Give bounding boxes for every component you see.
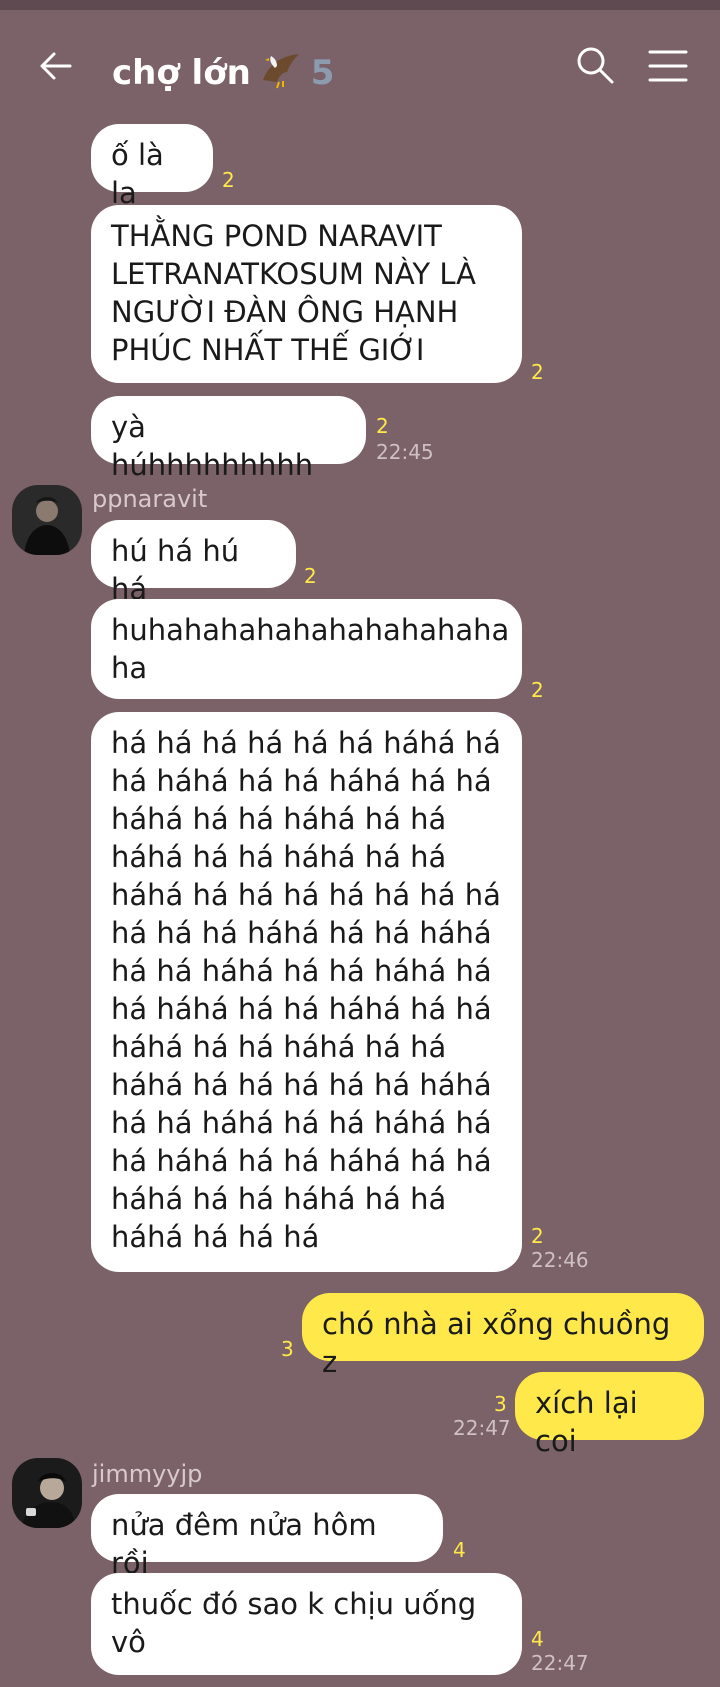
message-bubble[interactable]: thuốc đó sao k chịu uống vô <box>91 1573 522 1675</box>
chat-title-text: chợ lớn <box>112 53 251 93</box>
message-bubble[interactable]: há há há há há há háhá há há háhá há há … <box>91 712 522 1272</box>
read-count: 2 <box>376 414 389 438</box>
read-count: 2 <box>531 360 544 384</box>
read-count: 3 <box>494 1392 507 1416</box>
message-text: há há há há há há háhá há há háhá há há … <box>111 726 511 1254</box>
message-text: nửa đêm nửa hôm rồi <box>111 1508 386 1580</box>
read-count: 2 <box>222 168 235 192</box>
sender-name: jimmyyjp <box>92 1460 203 1488</box>
timestamp: 22:46 <box>531 1248 589 1272</box>
message-text: xích lại coi <box>535 1386 647 1458</box>
message-text: chó nhà ai xổng chuồng z <box>322 1307 680 1379</box>
message-bubble[interactable]: yà húhhhhhhhhh <box>91 396 366 482</box>
read-count: 2 <box>531 678 544 702</box>
message-bubble[interactable]: hú há hú há <box>91 520 296 606</box>
sender-name: ppnaravit <box>92 485 208 513</box>
status-bar <box>0 0 720 10</box>
read-count: 4 <box>453 1538 466 1562</box>
member-count: 5 <box>310 53 335 93</box>
avatar[interactable] <box>12 1458 82 1528</box>
message-bubble[interactable]: ố là la <box>91 124 213 210</box>
message-bubble[interactable]: nửa đêm nửa hôm rồi <box>91 1494 443 1580</box>
message-text: hú há hú há <box>111 534 249 606</box>
timestamp: 22:47 <box>453 1416 511 1440</box>
my-message-bubble[interactable]: chó nhà ai xổng chuồng z <box>302 1293 704 1379</box>
menu-icon[interactable] <box>648 46 688 86</box>
timestamp: 22:45 <box>376 440 434 464</box>
message-text: huhahahahahahahahahaha ha <box>111 613 519 685</box>
chat-title[interactable]: chợ lớn 5 <box>112 50 334 93</box>
message-bubble[interactable]: huhahahahahahahahahaha ha <box>91 599 522 699</box>
read-count: 2 <box>531 1224 544 1248</box>
back-arrow-icon[interactable] <box>36 46 76 86</box>
message-text: ố là la <box>111 138 174 210</box>
read-count: 2 <box>304 564 317 588</box>
avatar[interactable] <box>12 485 82 555</box>
read-count: 4 <box>531 1627 544 1651</box>
message-text: thuốc đó sao k chịu uống vô <box>111 1587 486 1659</box>
my-message-bubble[interactable]: xích lại coi <box>515 1372 704 1458</box>
chat-header: chợ lớn 5 <box>0 10 720 120</box>
message-text: THẰNG POND NARAVIT LETRANATKOSUM NÀY LÀ … <box>111 219 486 367</box>
eagle-emoji <box>262 54 299 89</box>
search-icon[interactable] <box>574 44 616 86</box>
timestamp: 22:47 <box>531 1651 589 1675</box>
message-bubble[interactable]: THẰNG POND NARAVIT LETRANATKOSUM NÀY LÀ … <box>91 205 522 383</box>
message-text: yà húhhhhhhhhh <box>111 410 314 482</box>
read-count: 3 <box>281 1337 294 1361</box>
